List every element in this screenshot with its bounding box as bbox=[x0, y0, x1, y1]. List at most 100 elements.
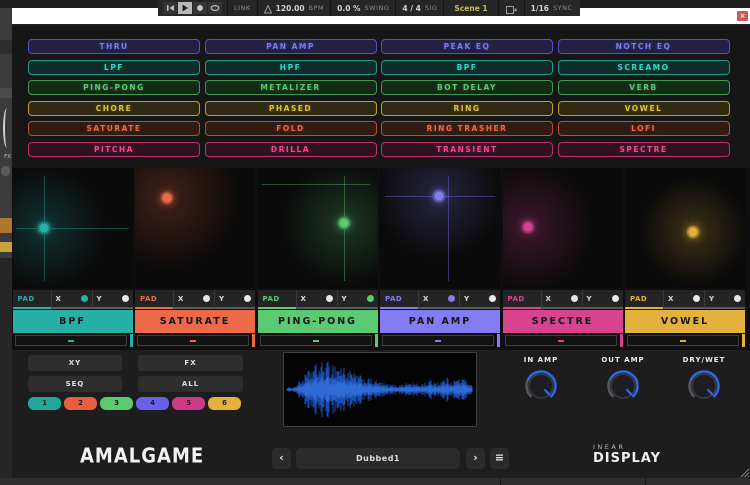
preset-prev-button[interactable]: ‹ bbox=[272, 448, 291, 469]
tempo-value[interactable]: 120.00 bbox=[276, 4, 305, 13]
slider-handle[interactable] bbox=[497, 334, 500, 347]
pad-mix-slider[interactable] bbox=[15, 335, 127, 346]
slider-handle[interactable] bbox=[375, 334, 378, 347]
fx-button-saturate[interactable]: SATURATE bbox=[28, 121, 200, 136]
pad-effect-name[interactable]: SATURATE bbox=[135, 310, 255, 333]
random-all-button[interactable]: ALL bbox=[138, 376, 243, 392]
record-button[interactable] bbox=[193, 2, 207, 14]
x-axis-toggle[interactable]: X bbox=[541, 290, 582, 309]
pad-mix-slider[interactable] bbox=[382, 335, 494, 346]
random-slot-button-4[interactable]: 4 bbox=[136, 397, 169, 410]
y-axis-dot[interactable] bbox=[244, 295, 251, 302]
y-axis-toggle[interactable]: Y bbox=[92, 290, 133, 309]
preset-menu-button[interactable]: ≡ bbox=[490, 448, 509, 469]
random-seq-button[interactable]: SEQ bbox=[28, 376, 122, 392]
xy-pad-surface[interactable] bbox=[135, 168, 255, 288]
x-axis-dot[interactable] bbox=[203, 295, 210, 302]
pad-mix-slider[interactable] bbox=[627, 335, 739, 346]
fx-button-phased[interactable]: PHASED bbox=[205, 101, 377, 116]
xy-pad-dot[interactable] bbox=[161, 192, 174, 205]
x-axis-toggle[interactable]: X bbox=[173, 290, 214, 309]
y-axis-toggle[interactable]: Y bbox=[459, 290, 500, 309]
y-axis-dot[interactable] bbox=[367, 295, 374, 302]
slider-handle[interactable] bbox=[130, 334, 133, 347]
fx-button-ring[interactable]: RING bbox=[381, 101, 553, 116]
random-xy-button[interactable]: XY bbox=[28, 355, 122, 371]
close-icon[interactable]: × bbox=[737, 11, 748, 21]
fx-button-ring-trasher[interactable]: RING TRASHER bbox=[381, 121, 553, 136]
random-slot-button-2[interactable]: 2 bbox=[64, 397, 97, 410]
x-axis-toggle[interactable]: X bbox=[51, 290, 92, 309]
preset-name-field[interactable]: Dubbed1 bbox=[296, 448, 460, 469]
pad-tab[interactable]: PAD bbox=[503, 290, 541, 309]
fx-button-drilla[interactable]: DRILLA bbox=[205, 142, 377, 157]
out-amp-knob[interactable] bbox=[606, 369, 640, 403]
pad-effect-name[interactable]: BPF bbox=[13, 310, 133, 333]
fx-button-lpf[interactable]: LPF bbox=[28, 60, 200, 75]
loop-button[interactable] bbox=[208, 2, 222, 14]
fx-button-transient[interactable]: TRANSIENT bbox=[381, 142, 553, 157]
fx-button-peak-eq[interactable]: PEAK EQ bbox=[381, 39, 553, 54]
xy-pad-surface[interactable] bbox=[503, 168, 623, 288]
pad-mix-slider[interactable] bbox=[260, 335, 372, 346]
x-axis-toggle[interactable]: X bbox=[418, 290, 459, 309]
slider-handle[interactable] bbox=[252, 334, 255, 347]
quantize-icon[interactable] bbox=[506, 0, 517, 18]
time-signature-value[interactable]: 4 / 4 bbox=[402, 4, 420, 13]
y-axis-toggle[interactable]: Y bbox=[704, 290, 745, 309]
fx-button-vowel[interactable]: VOWEL bbox=[558, 101, 730, 116]
slider-handle[interactable] bbox=[742, 334, 745, 347]
fx-button-bpf[interactable]: BPF bbox=[381, 60, 553, 75]
pad-effect-name[interactable]: SPECTRE bbox=[503, 310, 623, 333]
link-toggle[interactable]: LINK bbox=[234, 4, 251, 12]
pad-tab[interactable]: PAD bbox=[625, 290, 663, 309]
quantize-value[interactable]: 1/16 bbox=[531, 4, 549, 13]
y-axis-toggle[interactable]: Y bbox=[337, 290, 378, 309]
skip-to-start-button[interactable] bbox=[163, 2, 177, 14]
pad-tab[interactable]: PAD bbox=[13, 290, 51, 309]
x-axis-dot[interactable] bbox=[326, 295, 333, 302]
dry-wet-knob[interactable] bbox=[687, 369, 721, 403]
fx-button-screamo[interactable]: SCREAMO bbox=[558, 60, 730, 75]
x-axis-dot[interactable] bbox=[571, 295, 578, 302]
fx-button-chore[interactable]: CHORE bbox=[28, 101, 200, 116]
y-axis-dot[interactable] bbox=[734, 295, 741, 302]
y-axis-toggle[interactable]: Y bbox=[214, 290, 255, 309]
y-axis-toggle[interactable]: Y bbox=[582, 290, 623, 309]
x-axis-dot[interactable] bbox=[81, 295, 88, 302]
pad-tab[interactable]: PAD bbox=[380, 290, 418, 309]
random-fx-button[interactable]: FX bbox=[138, 355, 243, 371]
preset-next-button[interactable]: › bbox=[466, 448, 485, 469]
x-axis-toggle[interactable]: X bbox=[663, 290, 704, 309]
pad-mix-slider[interactable] bbox=[505, 335, 617, 346]
x-axis-dot[interactable] bbox=[693, 295, 700, 302]
fx-button-spectre[interactable]: SPECTRE bbox=[558, 142, 730, 157]
random-slot-button-5[interactable]: 5 bbox=[172, 397, 205, 410]
y-axis-dot[interactable] bbox=[122, 295, 129, 302]
in-amp-knob[interactable] bbox=[524, 369, 558, 403]
xy-pad-surface[interactable] bbox=[380, 168, 500, 288]
slider-handle[interactable] bbox=[620, 334, 623, 347]
fx-button-ping-pong[interactable]: PING-PONG bbox=[28, 80, 200, 95]
y-axis-dot[interactable] bbox=[612, 295, 619, 302]
xy-pad-surface[interactable] bbox=[625, 168, 745, 288]
fx-button-verb[interactable]: VERB bbox=[558, 80, 730, 95]
xy-pad-dot[interactable] bbox=[687, 225, 700, 238]
fx-button-bot-delay[interactable]: BOT DELAY bbox=[381, 80, 553, 95]
fx-button-pitcha[interactable]: PITCHA bbox=[28, 142, 200, 157]
fx-button-thru[interactable]: THRU bbox=[28, 39, 200, 54]
play-button[interactable] bbox=[178, 2, 192, 14]
random-slot-button-1[interactable]: 1 bbox=[28, 397, 61, 410]
pad-effect-name[interactable]: PAN AMP bbox=[380, 310, 500, 333]
pad-effect-name[interactable]: VOWEL bbox=[625, 310, 745, 333]
xy-pad-dot[interactable] bbox=[337, 217, 350, 230]
xy-pad-dot[interactable] bbox=[37, 222, 50, 235]
random-slot-button-3[interactable]: 3 bbox=[100, 397, 133, 410]
swing-value[interactable]: 0.0 % bbox=[337, 4, 360, 13]
pad-mix-slider[interactable] bbox=[137, 335, 249, 346]
xy-pad-dot[interactable] bbox=[432, 189, 445, 202]
metronome-icon[interactable] bbox=[264, 0, 272, 18]
y-axis-dot[interactable] bbox=[489, 295, 496, 302]
x-axis-dot[interactable] bbox=[448, 295, 455, 302]
pad-effect-name[interactable]: PING-PONG bbox=[258, 310, 378, 333]
